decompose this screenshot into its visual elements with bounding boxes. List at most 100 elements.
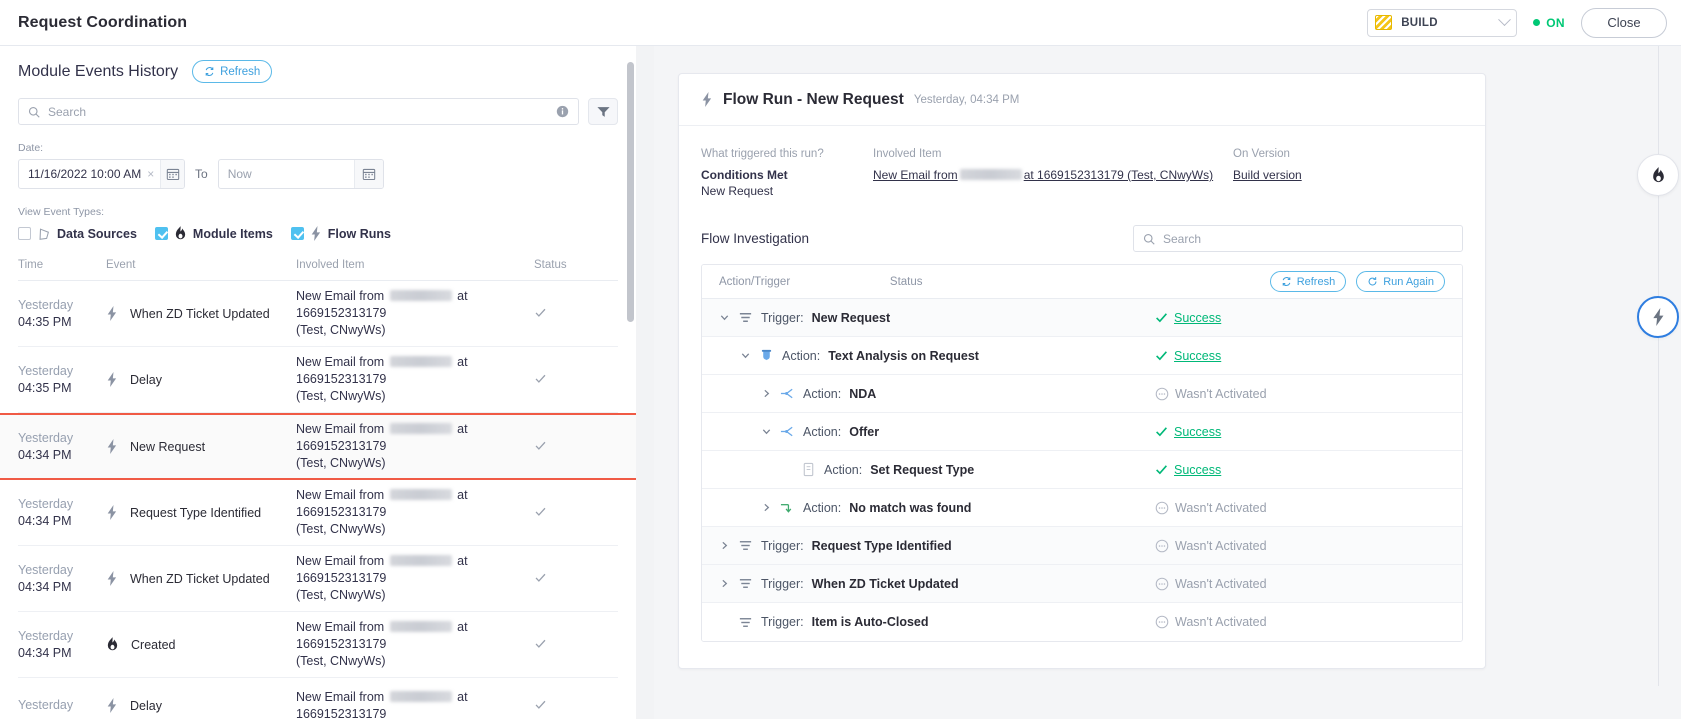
meta-trigger-value-2: New Request (701, 183, 873, 199)
flow-row[interactable]: Action:No match was foundWasn't Activate… (702, 489, 1462, 527)
flow-row[interactable]: Trigger:New RequestSuccess (702, 299, 1462, 337)
flow-investigation-search-input[interactable] (1163, 232, 1453, 246)
date-clear-icon[interactable]: × (141, 167, 160, 181)
events-search-box[interactable] (18, 98, 579, 125)
expand-toggle[interactable] (719, 312, 730, 323)
table-row[interactable]: Yesterday04:35 PMDelayNew Email from at … (18, 347, 618, 413)
flow-status-label: Wasn't Activated (1175, 539, 1267, 553)
event-type-checkbox-2[interactable]: Flow Runs (291, 226, 391, 241)
flow-row-label: Action:No match was found (719, 500, 971, 515)
flow-status-label: Success (1174, 349, 1221, 363)
table-row[interactable]: YesterdayDelayNew Email from at 16691523… (18, 678, 618, 719)
dots-circle-icon (1155, 615, 1169, 629)
flow-table-body: Trigger:New RequestSuccessAction:Text An… (702, 299, 1462, 641)
flow-row[interactable]: Action:NDAWasn't Activated (702, 375, 1462, 413)
flow-row-label: Trigger:Request Type Identified (719, 538, 952, 553)
table-row[interactable]: Yesterday04:34 PMWhen ZD Ticket UpdatedN… (18, 546, 618, 612)
environment-label: BUILD (1401, 17, 1438, 29)
row-event: When ZD Ticket Updated (106, 571, 296, 586)
date-to-field[interactable]: Now (218, 159, 384, 189)
events-search-input[interactable] (48, 105, 548, 119)
checkbox[interactable] (291, 227, 304, 240)
expand-toggle[interactable] (761, 388, 772, 399)
check-icon (534, 571, 547, 584)
environment-select[interactable]: BUILD (1367, 9, 1517, 37)
flow-row[interactable]: Action:OfferSuccess (702, 413, 1462, 451)
calendar-icon-to[interactable] (354, 160, 383, 188)
flow-row-label: Action:NDA (719, 386, 876, 401)
date-from-value: 11/16/2022 10:00 AM (19, 167, 141, 181)
main-content: Module Events History Refresh (0, 45, 1681, 719)
calendar-icon-from[interactable] (160, 160, 184, 188)
event-type-label: Data Sources (57, 227, 137, 241)
table-row[interactable]: Yesterday04:34 PM Request Type Identified… (18, 480, 618, 546)
run-again-button[interactable]: Run Again (1356, 271, 1445, 292)
date-from-field[interactable]: 11/16/2022 10:00 AM × (18, 159, 185, 189)
row-clock: 04:34 PM (18, 447, 106, 464)
flame-icon (174, 226, 187, 241)
info-icon[interactable] (556, 105, 569, 118)
events-filter-button[interactable] (588, 98, 618, 125)
flow-row-kind: Action: (782, 349, 820, 363)
flow-row-status[interactable]: Success (1155, 463, 1445, 477)
event-type-checkbox-0[interactable]: Data Sources (18, 227, 137, 241)
expand-toggle[interactable] (761, 426, 772, 437)
row-time: Yesterday04:34 PM (18, 496, 106, 529)
event-type-filters: Data Sources Module Items Flow Runs (18, 226, 618, 241)
event-type-checkbox-1[interactable]: Module Items (155, 226, 273, 241)
bolt-icon (1651, 308, 1666, 326)
rail-module-items-button[interactable] (1637, 154, 1679, 196)
flow-row[interactable]: Trigger:When ZD Ticket UpdatedWasn't Act… (702, 565, 1462, 603)
checkbox[interactable] (18, 227, 31, 240)
events-refresh-button[interactable]: Refresh (192, 60, 272, 83)
table-row[interactable]: Yesterday04:34 PMNew RequestNew Email fr… (0, 413, 636, 480)
meta-version-link[interactable]: Build version (1233, 167, 1302, 183)
flow-row-status[interactable]: Success (1155, 425, 1445, 439)
chevron-right-icon (761, 502, 772, 513)
table-row[interactable]: Yesterday04:35 PMWhen ZD Ticket UpdatedN… (18, 281, 618, 347)
flow-investigation-title: Flow Investigation (701, 231, 809, 246)
left-panel-scrollbar[interactable] (627, 62, 634, 322)
expand-toggle[interactable] (719, 540, 730, 551)
flow-investigation-search-box[interactable] (1133, 225, 1463, 252)
doc-icon (801, 462, 816, 477)
page-title: Request Coordination (18, 14, 187, 32)
check-icon (534, 372, 547, 385)
calendar-icon (362, 167, 376, 181)
row-status (534, 637, 618, 653)
flow-row[interactable]: Trigger:Item is Auto-Closed Wasn't Activa… (702, 603, 1462, 641)
meta-involved-label: Involved Item (873, 148, 1233, 160)
rail-flow-runs-button[interactable] (1637, 296, 1679, 338)
search-icon (28, 106, 40, 118)
flow-row-status[interactable]: Success (1155, 311, 1445, 325)
meta-involved-link[interactable]: New Email fromat 1669152313179 (Test, CN… (873, 167, 1233, 183)
row-event-label: New Request (130, 440, 205, 454)
row-status (534, 698, 618, 714)
check-icon (534, 505, 547, 518)
row-day: Yesterday (18, 496, 106, 513)
checkbox[interactable] (155, 227, 168, 240)
flow-row[interactable]: Trigger:Request Type Identified Wasn't Ac… (702, 527, 1462, 565)
dots-circle-icon (1155, 539, 1169, 553)
flow-row-status[interactable]: Success (1155, 349, 1445, 363)
chevron-down-icon (761, 426, 772, 437)
expand-toggle[interactable] (761, 502, 772, 513)
redacted-name (960, 169, 1022, 180)
flow-row[interactable]: Action:Set Request TypeSuccess (702, 451, 1462, 489)
chevron-right-icon (719, 540, 730, 551)
flow-status-label: Wasn't Activated (1175, 615, 1267, 629)
row-event-label: Request Type Identified (130, 506, 261, 520)
column-header-involved-item: Involved Item (296, 259, 534, 271)
close-button[interactable]: Close (1581, 8, 1667, 38)
meta-version-label: On Version (1233, 148, 1302, 160)
row-status (534, 439, 618, 455)
flow-row-label: Trigger:Item is Auto-Closed (719, 615, 929, 630)
expand-toggle[interactable] (719, 578, 730, 589)
dots-circle-icon (1155, 577, 1169, 591)
row-time: Yesterday04:35 PM (18, 297, 106, 330)
flow-refresh-button[interactable]: Refresh (1270, 271, 1347, 292)
table-row[interactable]: Yesterday04:34 PMCreatedNew Email from a… (18, 612, 618, 678)
bolt-icon (106, 571, 118, 586)
expand-toggle[interactable] (740, 350, 751, 361)
flow-row[interactable]: Action:Text Analysis on RequestSuccess (702, 337, 1462, 375)
